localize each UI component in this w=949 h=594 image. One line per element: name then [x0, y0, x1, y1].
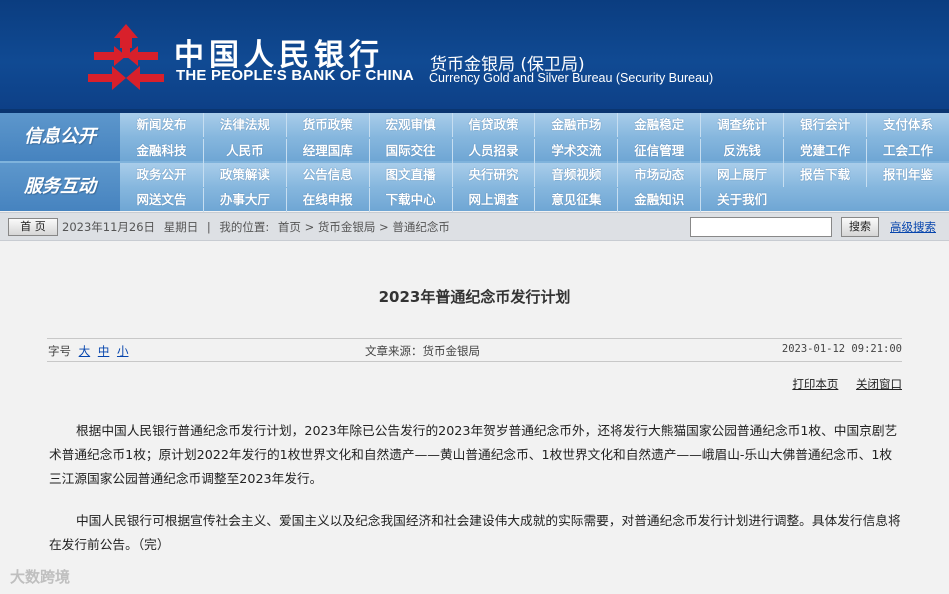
nav-row-4: 网送文告 办事大厅 在线申报 下载中心 网上调查 意见征集 金融知识 关于我们: [120, 188, 783, 212]
close-window-link[interactable]: 关闭窗口: [856, 377, 902, 391]
nav-item[interactable]: 金融科技: [120, 139, 203, 163]
nav-item[interactable]: 报刊年鉴: [866, 163, 949, 187]
print-page-link[interactable]: 打印本页: [792, 377, 838, 391]
nav-item[interactable]: 网上调查: [451, 188, 535, 212]
nav-item[interactable]: 银行会计: [783, 113, 866, 137]
main-navigation: 信息公开 服务互动 新闻发布 法律法规 货币政策 宏观审慎 信贷政策 金融市场 …: [0, 113, 949, 212]
nav-item[interactable]: 支付体系: [866, 113, 949, 137]
nav-item[interactable]: 下载中心: [368, 188, 452, 212]
font-medium-link[interactable]: 中: [98, 344, 110, 358]
nav-label-info-disclosure: 信息公开: [0, 113, 120, 161]
nav-row-3: 政务公开 政策解读 公告信息 图文直播 央行研究 音频视频 市场动态 网上展厅 …: [120, 163, 949, 187]
nav-item[interactable]: 货币政策: [285, 113, 369, 137]
nav-item[interactable]: 市场动态: [617, 163, 700, 187]
breadcrumb-path[interactable]: 首页 > 货币金银局 > 普通纪念币: [278, 220, 450, 234]
nav-item[interactable]: 政策解读: [202, 163, 286, 187]
nav-item[interactable]: 国际交往: [368, 139, 452, 163]
watermark-logo: 大数跨境: [10, 568, 71, 586]
font-size-controls: 字号 大 中 小: [48, 343, 128, 359]
nav-item[interactable]: 人民币: [202, 139, 286, 163]
nav-item[interactable]: 金融知识: [617, 188, 700, 212]
nav-item[interactable]: 征信管理: [617, 139, 700, 163]
breadcrumb-bar: 首 页 2023年11月26日 星期日 | 我的位置: 首页 > 货币金银局 >…: [0, 212, 949, 241]
nav-item[interactable]: 报告下载: [783, 163, 866, 187]
nav-item[interactable]: 公告信息: [285, 163, 369, 187]
nav-item[interactable]: 党建工作: [783, 139, 866, 163]
nav-item[interactable]: 在线申报: [285, 188, 369, 212]
nav-item[interactable]: 金融稳定: [617, 113, 700, 137]
nav-item[interactable]: 网上展厅: [700, 163, 783, 187]
font-large-link[interactable]: 大: [79, 344, 91, 358]
site-header: 中国人民银行 THE PEOPLE'S BANK OF CHINA 货币金银局 …: [0, 0, 949, 113]
location-label: 我的位置:: [219, 220, 270, 234]
nav-item[interactable]: 金融市场: [534, 113, 617, 137]
nav-item[interactable]: 信贷政策: [451, 113, 535, 137]
bureau-title-en: Currency Gold and Silver Bureau (Securit…: [429, 71, 714, 85]
article-meta: 字号 大 中 小 文章来源：货币金银局 2023-01-12 09:21:00: [47, 338, 902, 362]
breadcrumb: 2023年11月26日 星期日 | 我的位置: 首页 > 货币金银局 > 普通纪…: [62, 219, 455, 235]
article-paragraph: 中国人民银行可根据宣传社会主义、爱国主义以及纪念我国经济和社会建设伟大成就的实际…: [49, 513, 901, 552]
article-paragraph: 根据中国人民银行普通纪念币发行计划，2023年除已公告发行的2023年贺岁普通纪…: [49, 423, 898, 486]
advanced-search-link[interactable]: 高级搜索: [890, 219, 936, 235]
nav-label-service-interaction: 服务互动: [0, 163, 120, 211]
nav-item[interactable]: 网送文告: [120, 188, 203, 212]
current-weekday: 星期日: [163, 220, 199, 234]
nav-row-1: 新闻发布 法律法规 货币政策 宏观审慎 信贷政策 金融市场 金融稳定 调查统计 …: [120, 113, 949, 137]
nav-item[interactable]: 反洗钱: [700, 139, 783, 163]
nav-item[interactable]: 人员招录: [451, 139, 535, 163]
article-source: 文章来源：货币金银局: [365, 344, 480, 358]
nav-item[interactable]: 音频视频: [534, 163, 617, 187]
article-actions: 打印本页 关闭窗口: [778, 376, 902, 392]
search-input[interactable]: [690, 217, 832, 237]
nav-item[interactable]: 办事大厅: [202, 188, 286, 212]
nav-item[interactable]: 经理国库: [285, 139, 369, 163]
pboc-logo-icon: [88, 24, 164, 90]
publish-datetime: 2023-01-12 09:21:00: [781, 343, 902, 355]
article-title: 2023年普通纪念币发行计划: [378, 288, 571, 306]
nav-item[interactable]: 意见征集: [534, 188, 617, 212]
nav-item[interactable]: 工会工作: [866, 139, 949, 163]
site-title-en: THE PEOPLE'S BANK OF CHINA: [176, 67, 414, 84]
search-button[interactable]: 搜索: [841, 217, 879, 237]
nav-item[interactable]: 关于我们: [700, 188, 783, 212]
nav-item[interactable]: 调查统计: [700, 113, 783, 137]
nav-item[interactable]: 新闻发布: [120, 113, 203, 137]
nav-item[interactable]: 央行研究: [451, 163, 535, 187]
current-date: 2023年11月26日: [62, 220, 156, 234]
nav-item[interactable]: 学术交流: [534, 139, 617, 163]
separator: |: [206, 220, 211, 234]
nav-item[interactable]: 宏观审慎: [368, 113, 452, 137]
font-size-label: 字号: [48, 344, 71, 358]
nav-row-2: 金融科技 人民币 经理国库 国际交往 人员招录 学术交流 征信管理 反洗钱 党建…: [120, 139, 949, 163]
nav-item[interactable]: 政务公开: [120, 163, 203, 187]
nav-item[interactable]: 法律法规: [202, 113, 286, 137]
home-button[interactable]: 首 页: [8, 218, 58, 236]
font-small-link[interactable]: 小: [117, 344, 129, 358]
nav-item[interactable]: 图文直播: [368, 163, 452, 187]
article-panel: 2023年普通纪念币发行计划 字号 大 中 小 文章来源：货币金银局 2023-…: [0, 254, 949, 594]
